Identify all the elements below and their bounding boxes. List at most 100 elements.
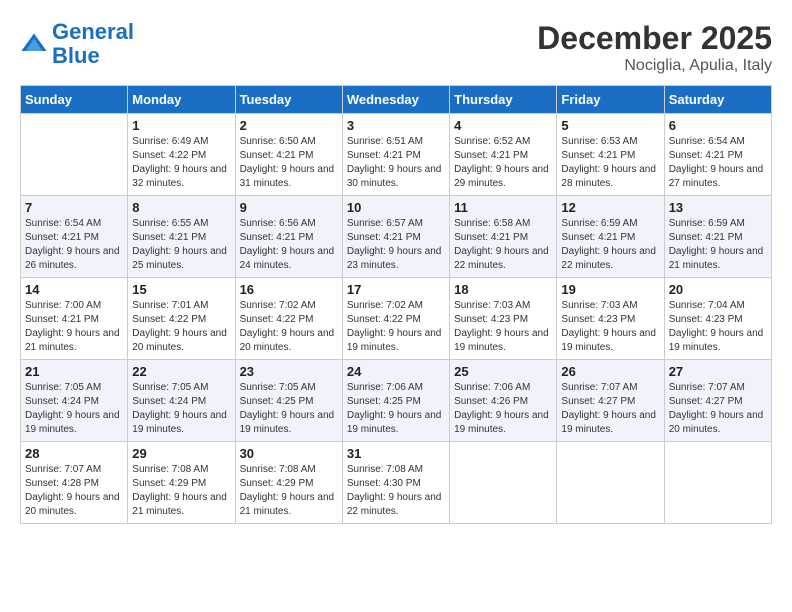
calendar-cell: 19 Sunrise: 7:03 AMSunset: 4:23 PMDayligh… — [557, 278, 664, 360]
day-info: Sunrise: 7:02 AMSunset: 4:22 PMDaylight:… — [240, 299, 338, 355]
logo-text: General Blue — [52, 20, 134, 68]
calendar-cell: 30Sunrise: 7:08 AMSunset: 4:29 PMDayligh… — [235, 442, 342, 524]
day-number: 12 — [561, 200, 659, 215]
day-info: Sunrise: 7:01 AMSunset: 4:22 PMDaylight:… — [132, 299, 230, 355]
day-number: 1 — [132, 118, 230, 133]
day-number: 9 — [240, 200, 338, 215]
weekday-header: Sunday — [21, 86, 128, 114]
calendar-header: SundayMondayTuesdayWednesdayThursdayFrid… — [21, 86, 772, 114]
day-number: 10 — [347, 200, 445, 215]
calendar-week-row: 21Sunrise: 7:05 AMSunset: 4:24 PMDayligh… — [21, 360, 772, 442]
calendar-cell — [557, 442, 664, 524]
logo: General Blue — [20, 20, 134, 68]
day-number: 8 — [132, 200, 230, 215]
day-number: 13 — [669, 200, 767, 215]
calendar-cell: 11Sunrise: 6:58 AMSunset: 4:21 PMDayligh… — [450, 196, 557, 278]
calendar-cell — [450, 442, 557, 524]
calendar-cell: 24Sunrise: 7:06 AMSunset: 4:25 PMDayligh… — [342, 360, 449, 442]
day-info: Sunrise: 6:55 AMSunset: 4:21 PMDaylight:… — [132, 217, 230, 273]
calendar-cell — [664, 442, 771, 524]
weekday-header: Wednesday — [342, 86, 449, 114]
day-number: 6 — [669, 118, 767, 133]
day-number: 20 — [669, 282, 767, 297]
day-info: Sunrise: 6:49 AMSunset: 4:22 PMDaylight:… — [132, 135, 230, 191]
calendar-cell: 15 Sunrise: 7:01 AMSunset: 4:22 PMDayligh… — [128, 278, 235, 360]
day-info: Sunrise: 7:03 AMSunset: 4:23 PMDaylight:… — [561, 299, 659, 355]
weekday-row: SundayMondayTuesdayWednesdayThursdayFrid… — [21, 86, 772, 114]
day-number: 16 — [240, 282, 338, 297]
calendar-week-row: 14 Sunrise: 7:00 AMSunset: 4:21 PMDayligh… — [21, 278, 772, 360]
day-number: 7 — [25, 200, 123, 215]
weekday-header: Friday — [557, 86, 664, 114]
calendar-cell: 29 Sunrise: 7:08 AMSunset: 4:29 PMDayligh… — [128, 442, 235, 524]
day-info: Sunrise: 7:03 AMSunset: 4:23 PMDaylight:… — [454, 299, 552, 355]
page-header: General Blue December 2025 Nociglia, Apu… — [20, 20, 772, 75]
day-info: Sunrise: 6:53 AMSunset: 4:21 PMDaylight:… — [561, 135, 659, 191]
calendar-week-row: 28 Sunrise: 7:07 AMSunset: 4:28 PMDayligh… — [21, 442, 772, 524]
logo-icon — [20, 30, 48, 58]
calendar-cell: 20 Sunrise: 7:04 AMSunset: 4:23 PMDayligh… — [664, 278, 771, 360]
calendar-week-row: 7 Sunrise: 6:54 AMSunset: 4:21 PMDaylight… — [21, 196, 772, 278]
weekday-header: Monday — [128, 86, 235, 114]
day-info: Sunrise: 6:50 AMSunset: 4:21 PMDaylight:… — [240, 135, 338, 191]
calendar-cell: 23 Sunrise: 7:05 AMSunset: 4:25 PMDayligh… — [235, 360, 342, 442]
day-info: Sunrise: 6:58 AMSunset: 4:21 PMDaylight:… — [454, 217, 552, 273]
calendar-cell: 16 Sunrise: 7:02 AMSunset: 4:22 PMDayligh… — [235, 278, 342, 360]
location: Nociglia, Apulia, Italy — [537, 57, 772, 75]
day-number: 5 — [561, 118, 659, 133]
day-number: 3 — [347, 118, 445, 133]
calendar-cell: 6Sunrise: 6:54 AMSunset: 4:21 PMDaylight… — [664, 114, 771, 196]
day-info: Sunrise: 7:08 AMSunset: 4:29 PMDaylight:… — [240, 463, 338, 519]
day-number: 28 — [25, 446, 123, 461]
calendar-cell: 4Sunrise: 6:52 AMSunset: 4:21 PMDaylight… — [450, 114, 557, 196]
day-number: 29 — [132, 446, 230, 461]
day-info: Sunrise: 7:07 AMSunset: 4:28 PMDaylight:… — [25, 463, 123, 519]
title-block: December 2025 Nociglia, Apulia, Italy — [537, 20, 772, 75]
weekday-header: Saturday — [664, 86, 771, 114]
day-info: Sunrise: 7:08 AMSunset: 4:30 PMDaylight:… — [347, 463, 445, 519]
calendar-cell: 18 Sunrise: 7:03 AMSunset: 4:23 PMDayligh… — [450, 278, 557, 360]
day-info: Sunrise: 7:05 AMSunset: 4:24 PMDaylight:… — [132, 381, 230, 437]
calendar-cell: 13 Sunrise: 6:59 AMSunset: 4:21 PMDayligh… — [664, 196, 771, 278]
calendar-cell: 3Sunrise: 6:51 AMSunset: 4:21 PMDaylight… — [342, 114, 449, 196]
day-number: 14 — [25, 282, 123, 297]
day-number: 27 — [669, 364, 767, 379]
weekday-header: Thursday — [450, 86, 557, 114]
day-number: 19 — [561, 282, 659, 297]
calendar-cell: 12 Sunrise: 6:59 AMSunset: 4:21 PMDayligh… — [557, 196, 664, 278]
day-info: Sunrise: 6:54 AMSunset: 4:21 PMDaylight:… — [25, 217, 123, 273]
day-info: Sunrise: 6:52 AMSunset: 4:21 PMDaylight:… — [454, 135, 552, 191]
day-number: 17 — [347, 282, 445, 297]
day-number: 25 — [454, 364, 552, 379]
day-number: 24 — [347, 364, 445, 379]
calendar-cell — [21, 114, 128, 196]
calendar-cell: 10 Sunrise: 6:57 AMSunset: 4:21 PMDayligh… — [342, 196, 449, 278]
day-info: Sunrise: 7:05 AMSunset: 4:25 PMDaylight:… — [240, 381, 338, 437]
day-info: Sunrise: 6:59 AMSunset: 4:21 PMDaylight:… — [669, 217, 767, 273]
calendar-week-row: 1 Sunrise: 6:49 AMSunset: 4:22 PMDaylight… — [21, 114, 772, 196]
calendar-cell: 2 Sunrise: 6:50 AMSunset: 4:21 PMDaylight… — [235, 114, 342, 196]
calendar-cell: 21Sunrise: 7:05 AMSunset: 4:24 PMDayligh… — [21, 360, 128, 442]
day-info: Sunrise: 6:57 AMSunset: 4:21 PMDaylight:… — [347, 217, 445, 273]
day-info: Sunrise: 7:06 AMSunset: 4:26 PMDaylight:… — [454, 381, 552, 437]
calendar-cell: 28 Sunrise: 7:07 AMSunset: 4:28 PMDayligh… — [21, 442, 128, 524]
day-number: 15 — [132, 282, 230, 297]
day-number: 31 — [347, 446, 445, 461]
calendar-cell: 27 Sunrise: 7:07 AMSunset: 4:27 PMDayligh… — [664, 360, 771, 442]
weekday-header: Tuesday — [235, 86, 342, 114]
day-number: 23 — [240, 364, 338, 379]
day-number: 22 — [132, 364, 230, 379]
day-info: Sunrise: 7:00 AMSunset: 4:21 PMDaylight:… — [25, 299, 123, 355]
day-number: 18 — [454, 282, 552, 297]
calendar-cell: 5 Sunrise: 6:53 AMSunset: 4:21 PMDaylight… — [557, 114, 664, 196]
day-info: Sunrise: 7:07 AMSunset: 4:27 PMDaylight:… — [669, 381, 767, 437]
day-info: Sunrise: 6:56 AMSunset: 4:21 PMDaylight:… — [240, 217, 338, 273]
day-info: Sunrise: 7:08 AMSunset: 4:29 PMDaylight:… — [132, 463, 230, 519]
calendar-cell: 25 Sunrise: 7:06 AMSunset: 4:26 PMDayligh… — [450, 360, 557, 442]
calendar-cell: 17Sunrise: 7:02 AMSunset: 4:22 PMDayligh… — [342, 278, 449, 360]
day-info: Sunrise: 6:59 AMSunset: 4:21 PMDaylight:… — [561, 217, 659, 273]
month-title: December 2025 — [537, 20, 772, 57]
day-number: 2 — [240, 118, 338, 133]
day-info: Sunrise: 7:04 AMSunset: 4:23 PMDaylight:… — [669, 299, 767, 355]
calendar-cell: 14 Sunrise: 7:00 AMSunset: 4:21 PMDayligh… — [21, 278, 128, 360]
